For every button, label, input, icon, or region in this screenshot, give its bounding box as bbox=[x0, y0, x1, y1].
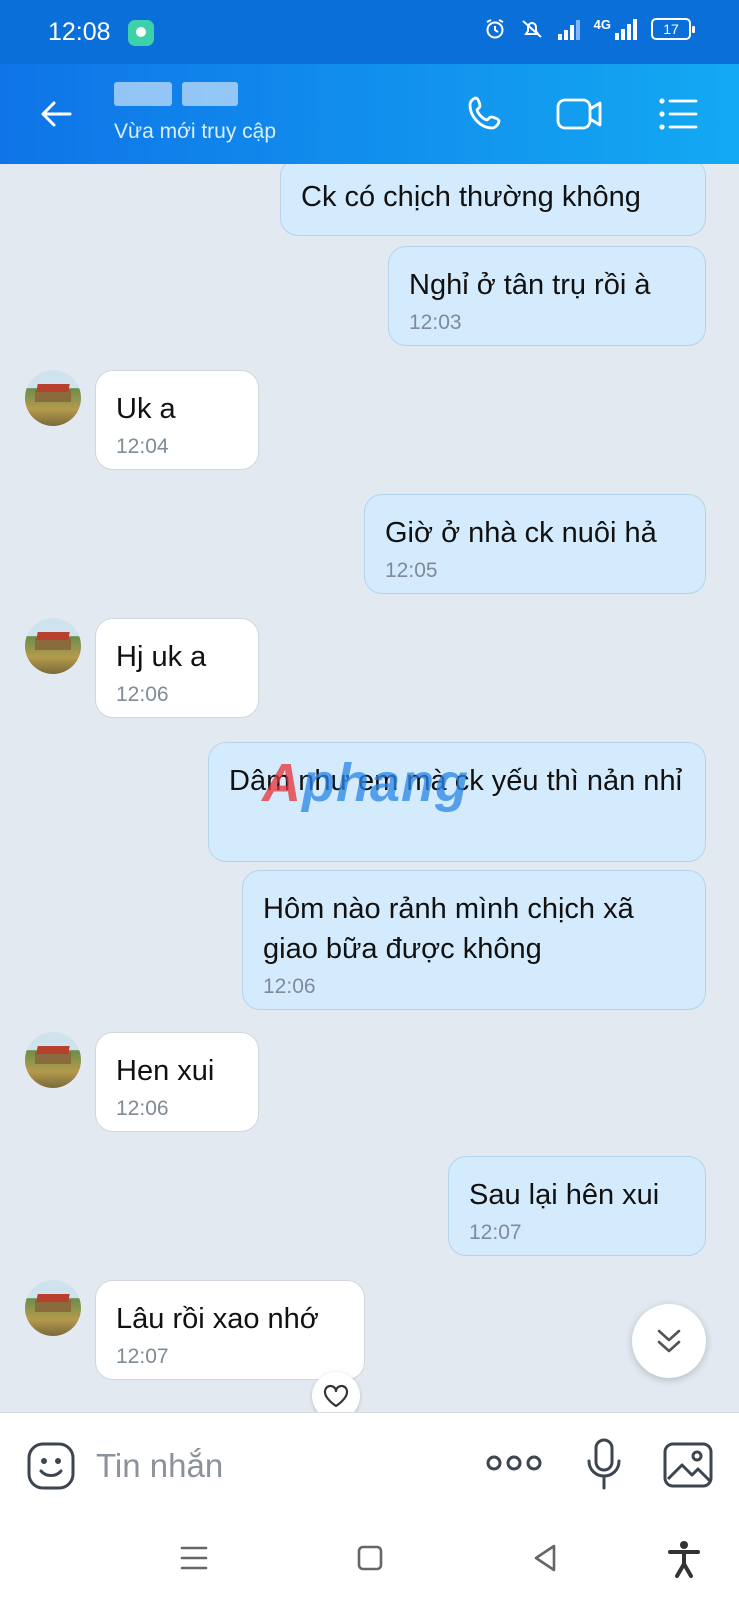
message-bubble-outgoing[interactable]: Nghỉ ở tân trụ rồi à 12:03 bbox=[388, 246, 706, 346]
avatar[interactable] bbox=[25, 618, 81, 674]
chat-header: M Vừa mới truy cập bbox=[0, 64, 739, 164]
contact-name[interactable]: M bbox=[114, 82, 238, 106]
message-text: Sau lại hên xui bbox=[469, 1179, 660, 1211]
back-triangle-icon[interactable] bbox=[526, 1538, 566, 1578]
alarm-icon bbox=[486, 19, 504, 39]
network-type: 4G bbox=[593, 16, 611, 32]
message-text: Uk a bbox=[116, 393, 176, 425]
watermark: Aphang bbox=[262, 752, 469, 814]
chat-area[interactable]: Ck có chịch thường không Nghỉ ở tân trụ … bbox=[0, 164, 739, 1412]
message-bubble-incoming[interactable]: Lâu rồi xao nhớ 12:07 bbox=[95, 1280, 365, 1380]
menu-icon[interactable] bbox=[174, 1538, 214, 1578]
message-bubble-incoming[interactable]: Uk a 12:04 bbox=[95, 370, 259, 470]
message-time: 12:06 bbox=[263, 975, 316, 998]
home-square-icon[interactable] bbox=[350, 1538, 390, 1578]
contact-name-text: M bbox=[114, 82, 134, 110]
wifi-signal-icon bbox=[557, 18, 580, 40]
battery-level: 17 bbox=[663, 21, 679, 37]
phone-icon[interactable] bbox=[464, 92, 512, 136]
message-bubble-outgoing[interactable]: Hôm nào rảnh mình chịch xã giao bữa được… bbox=[242, 870, 706, 1010]
gallery-icon[interactable] bbox=[662, 1441, 714, 1489]
message-input[interactable]: Tin nhắn bbox=[96, 1447, 223, 1485]
watermark-part: A bbox=[262, 753, 302, 813]
avatar[interactable] bbox=[25, 370, 81, 426]
video-call-icon[interactable] bbox=[556, 92, 604, 136]
message-bubble-incoming[interactable]: Hen xui 12:06 bbox=[95, 1032, 259, 1132]
message-text: Giờ ở nhà ck nuôi hả bbox=[385, 517, 657, 549]
mute-bell-icon bbox=[521, 20, 542, 38]
message-bubble-outgoing[interactable]: Ck có chịch thường không bbox=[280, 164, 706, 236]
message-input-bar: Tin nhắn bbox=[0, 1412, 739, 1516]
watermark-part: phang bbox=[302, 753, 469, 813]
emoji-icon[interactable] bbox=[26, 1441, 76, 1491]
message-time: 12:04 bbox=[116, 435, 169, 458]
system-nav-bar bbox=[0, 1516, 739, 1600]
cell-signal-icon bbox=[615, 18, 637, 40]
message-time: 12:05 bbox=[385, 559, 438, 582]
message-text: Hôm nào rảnh mình chịch xã giao bữa được… bbox=[263, 893, 634, 965]
scroll-to-bottom-button[interactable] bbox=[632, 1304, 706, 1378]
microphone-icon[interactable] bbox=[584, 1437, 624, 1491]
message-time: 12:03 bbox=[409, 311, 462, 334]
message-time: 12:06 bbox=[116, 1097, 169, 1120]
message-time: 12:07 bbox=[469, 1221, 522, 1244]
message-bubble-outgoing[interactable]: Giờ ở nhà ck nuôi hả 12:05 bbox=[364, 494, 706, 594]
avatar[interactable] bbox=[25, 1280, 81, 1336]
heart-icon bbox=[323, 1384, 349, 1408]
message-text: Hen xui bbox=[116, 1055, 215, 1087]
message-text: Ck có chịch thường không bbox=[301, 181, 641, 213]
menu-list-icon[interactable] bbox=[654, 92, 702, 136]
message-text: Nghỉ ở tân trụ rồi à bbox=[409, 269, 651, 301]
double-chevron-down-icon bbox=[657, 1329, 681, 1353]
more-dots-icon[interactable] bbox=[486, 1451, 542, 1475]
avatar[interactable] bbox=[25, 1032, 81, 1088]
battery-icon: 17 bbox=[651, 18, 695, 40]
message-time: 12:07 bbox=[116, 1345, 169, 1368]
status-icons: 4G 17 bbox=[484, 16, 695, 40]
message-text: Hj uk a bbox=[116, 641, 207, 673]
back-arrow-icon[interactable] bbox=[36, 94, 76, 134]
status-time: 12:08 bbox=[48, 18, 111, 46]
status-bar: 12:08 4G 17 bbox=[0, 0, 739, 64]
presence-status: Vừa mới truy cập bbox=[114, 120, 277, 143]
accessibility-icon[interactable] bbox=[664, 1538, 704, 1578]
message-text: Lâu rồi xao nhớ bbox=[116, 1303, 319, 1335]
name-blur-block bbox=[182, 82, 238, 106]
message-bubble-incoming[interactable]: Hj uk a 12:06 bbox=[95, 618, 259, 718]
react-heart-button[interactable] bbox=[312, 1372, 360, 1412]
message-bubble-outgoing[interactable]: Sau lại hên xui 12:07 bbox=[448, 1156, 706, 1256]
message-time: 12:06 bbox=[116, 683, 169, 706]
notification-app-icon bbox=[128, 20, 154, 46]
